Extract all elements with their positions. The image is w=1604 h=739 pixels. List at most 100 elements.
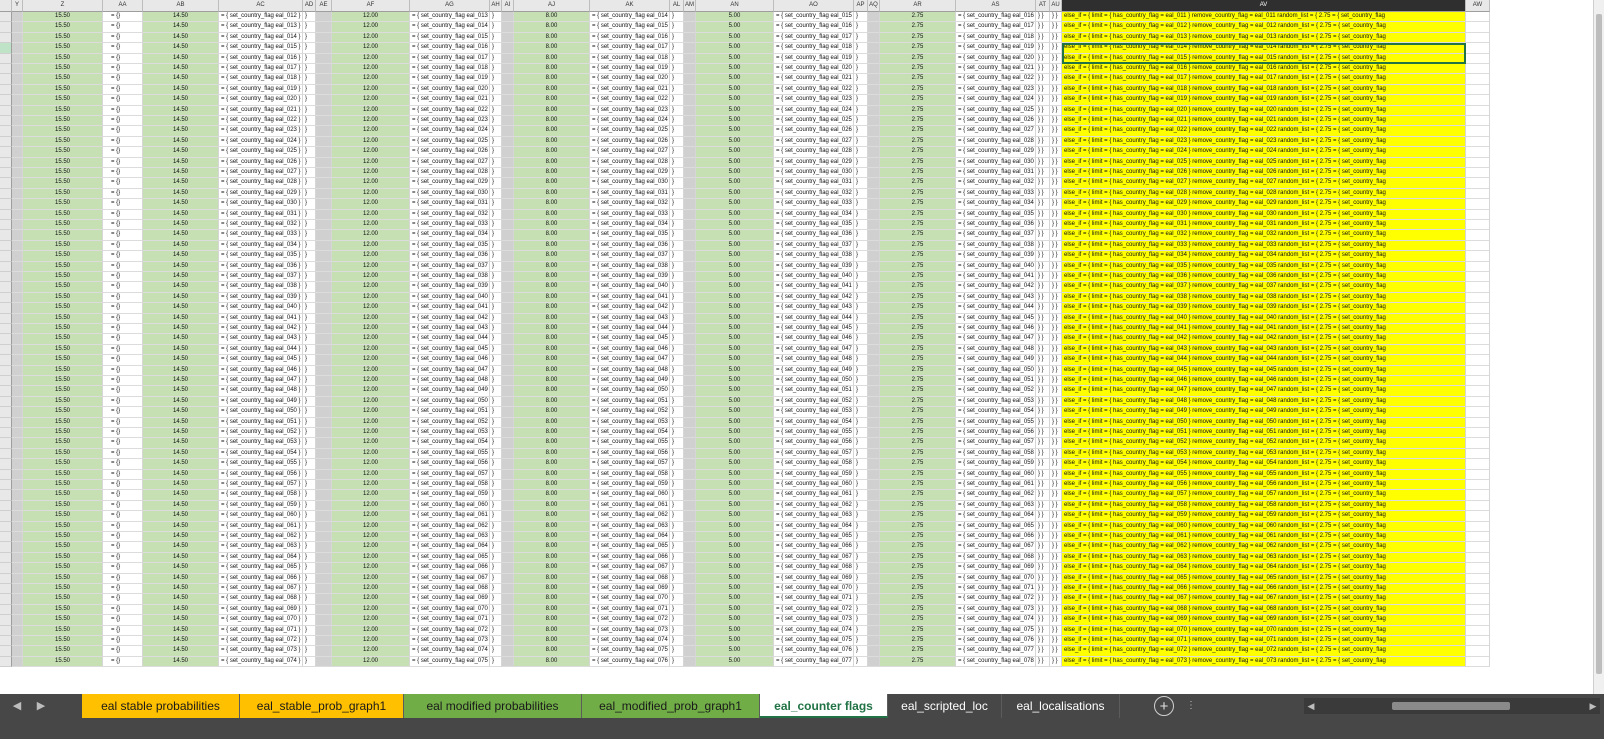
cell-AO[interactable]: = { set_country_flag eal_037 } xyxy=(774,240,854,252)
cell-AG[interactable]: = { set_country_flag eal_020 } xyxy=(410,84,490,96)
cell-AQ[interactable] xyxy=(868,365,880,376)
cell-AG[interactable]: = { set_country_flag eal_049 } xyxy=(410,386,490,397)
cell-Y[interactable] xyxy=(12,376,23,387)
cell-AU[interactable]: } } xyxy=(1050,64,1062,75)
cell-AG[interactable]: = { set_country_flag eal_056 } xyxy=(410,459,490,470)
cell-AR[interactable]: 2.75 xyxy=(880,500,956,512)
cell-AJ[interactable]: 8.00 xyxy=(514,209,590,220)
cell-AA[interactable]: = {} xyxy=(103,126,143,137)
column-header-AG[interactable]: AG xyxy=(410,0,490,12)
horizontal-scroll-thumb[interactable] xyxy=(1392,702,1510,710)
cell-AG[interactable]: = { set_country_flag eal_037 } xyxy=(410,261,490,272)
cell-AU[interactable]: } } xyxy=(1050,126,1062,137)
cell-AU[interactable]: } } xyxy=(1050,615,1062,626)
cell-AG[interactable]: = { set_country_flag eal_050 } xyxy=(410,396,490,408)
cell-AV[interactable]: else_if = { limit = { has_country_flag =… xyxy=(1062,32,1466,44)
cell-AB[interactable]: 14.50 xyxy=(143,594,219,605)
cell-AO[interactable]: = { set_country_flag eal_040 } xyxy=(774,272,854,283)
cell-AQ[interactable] xyxy=(868,105,880,116)
cell-AI[interactable] xyxy=(502,84,514,96)
cell-AH[interactable]: } xyxy=(490,64,502,75)
cell-AV[interactable]: else_if = { limit = { has_country_flag =… xyxy=(1062,563,1466,574)
cell-AD[interactable]: } xyxy=(303,584,316,595)
cell-AL[interactable]: } xyxy=(670,74,684,85)
cell-AT[interactable]: } } xyxy=(1036,417,1050,428)
cell-AV[interactable]: else_if = { limit = { has_country_flag =… xyxy=(1062,147,1466,158)
cell-AT[interactable]: } } xyxy=(1036,105,1050,116)
cell-AW[interactable] xyxy=(1466,188,1490,200)
cell-AS[interactable]: = { set_country_flag eal_033 } xyxy=(956,188,1036,200)
cell-AM[interactable] xyxy=(684,251,696,262)
cell-AO[interactable]: = { set_country_flag eal_034 } xyxy=(774,209,854,220)
cell-AS[interactable]: = { set_country_flag eal_059 } xyxy=(956,459,1036,470)
cell-AI[interactable] xyxy=(502,604,514,616)
cell-AC[interactable]: = { set_country_flag eal_033 } xyxy=(219,230,303,241)
cell-AA[interactable]: = {} xyxy=(103,532,143,543)
cell-AL[interactable]: } xyxy=(670,615,684,626)
cell-AM[interactable] xyxy=(684,646,696,657)
cell-AV[interactable]: else_if = { limit = { has_country_flag =… xyxy=(1062,74,1466,85)
cell-AA[interactable]: = {} xyxy=(103,188,143,200)
cell-AV[interactable]: else_if = { limit = { has_country_flag =… xyxy=(1062,407,1466,418)
cell-AR[interactable]: 2.75 xyxy=(880,74,956,85)
cell-AO[interactable]: = { set_country_flag eal_015 } xyxy=(774,12,854,23)
cell-AJ[interactable]: 8.00 xyxy=(514,178,590,189)
cell-AG[interactable]: = { set_country_flag eal_029 } xyxy=(410,178,490,189)
cell-AS[interactable]: = { set_country_flag eal_077 } xyxy=(956,646,1036,657)
cell-AR[interactable]: 2.75 xyxy=(880,209,956,220)
cell-AV[interactable]: else_if = { limit = { has_country_flag =… xyxy=(1062,282,1466,293)
cell-AI[interactable] xyxy=(502,188,514,200)
cell-AP[interactable]: } xyxy=(854,490,868,501)
cell-AC[interactable]: = { set_country_flag eal_065 } xyxy=(219,563,303,574)
cell-AD[interactable]: } xyxy=(303,480,316,491)
cell-AL[interactable]: } xyxy=(670,417,684,428)
cell-AJ[interactable]: 8.00 xyxy=(514,334,590,345)
cell-AA[interactable]: = {} xyxy=(103,490,143,501)
cell-AQ[interactable] xyxy=(868,604,880,616)
row-header[interactable] xyxy=(0,459,12,470)
cell-Z[interactable]: 15.50 xyxy=(23,490,103,501)
cell-AM[interactable] xyxy=(684,365,696,376)
cell-AR[interactable]: 2.75 xyxy=(880,188,956,200)
cell-AS[interactable]: = { set_country_flag eal_058 } xyxy=(956,448,1036,460)
cell-Y[interactable] xyxy=(12,469,23,480)
cell-AE[interactable] xyxy=(316,615,332,626)
cell-Z[interactable]: 15.50 xyxy=(23,147,103,158)
cell-Z[interactable]: 15.50 xyxy=(23,594,103,605)
cell-AH[interactable]: } xyxy=(490,365,502,376)
cell-AF[interactable]: 12.00 xyxy=(332,573,410,584)
cell-AS[interactable]: = { set_country_flag eal_036 } xyxy=(956,220,1036,231)
cell-AK[interactable]: = { set_country_flag eal_021 } xyxy=(590,84,670,96)
cell-AP[interactable]: } xyxy=(854,646,868,657)
cell-AQ[interactable] xyxy=(868,116,880,127)
cell-Y[interactable] xyxy=(12,105,23,116)
cell-AV[interactable]: else_if = { limit = { has_country_flag =… xyxy=(1062,272,1466,283)
cell-AN[interactable]: 5.00 xyxy=(696,563,774,574)
cell-AK[interactable]: = { set_country_flag eal_026 } xyxy=(590,136,670,148)
cell-AF[interactable]: 12.00 xyxy=(332,438,410,449)
cell-Y[interactable] xyxy=(12,116,23,127)
cell-AL[interactable]: } xyxy=(670,324,684,335)
cell-AR[interactable]: 2.75 xyxy=(880,324,956,335)
cell-AA[interactable]: = {} xyxy=(103,168,143,179)
cell-AG[interactable]: = { set_country_flag eal_061 } xyxy=(410,511,490,522)
cell-AK[interactable]: = { set_country_flag eal_034 } xyxy=(590,220,670,231)
cell-AO[interactable]: = { set_country_flag eal_020 } xyxy=(774,64,854,75)
cell-AU[interactable]: } } xyxy=(1050,168,1062,179)
cell-AS[interactable]: = { set_country_flag eal_029 } xyxy=(956,147,1036,158)
cell-AT[interactable]: } } xyxy=(1036,584,1050,595)
cell-AC[interactable]: = { set_country_flag eal_016 } xyxy=(219,53,303,64)
cell-AR[interactable]: 2.75 xyxy=(880,376,956,387)
tab-counter-flags[interactable]: eal_counter flags xyxy=(760,694,888,718)
cell-AQ[interactable] xyxy=(868,438,880,449)
cell-AK[interactable]: = { set_country_flag eal_070 } xyxy=(590,594,670,605)
cell-AN[interactable]: 5.00 xyxy=(696,552,774,564)
cell-AQ[interactable] xyxy=(868,12,880,23)
cell-AL[interactable]: } xyxy=(670,428,684,439)
column-header-AK[interactable]: AK xyxy=(590,0,670,12)
row-header[interactable] xyxy=(0,646,12,657)
cell-AA[interactable]: = {} xyxy=(103,646,143,657)
cell-AW[interactable] xyxy=(1466,532,1490,543)
cell-AB[interactable]: 14.50 xyxy=(143,355,219,366)
cell-AH[interactable]: } xyxy=(490,552,502,564)
